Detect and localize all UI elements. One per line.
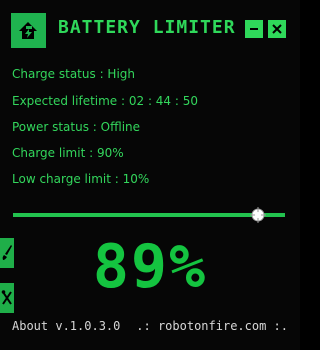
power-status-text: Power status : Offline [12, 120, 141, 134]
website-link[interactable]: .: robotonfire.com :. [136, 319, 288, 333]
about-link[interactable]: About v.1.0.3.0 [12, 319, 120, 333]
charge-limit-slider[interactable] [13, 205, 285, 225]
brush-button[interactable] [0, 238, 14, 268]
low-charge-limit-text: Low charge limit : 10% [12, 172, 150, 186]
charge-status-text: Charge status : High [12, 67, 135, 81]
tools-icon [1, 290, 12, 305]
slider-track[interactable] [13, 213, 285, 217]
battery-limiter-window: BATTERY LIMITER Charge status : High Exp… [0, 0, 300, 350]
close-button[interactable] [268, 20, 286, 38]
expected-lifetime-text: Expected lifetime : 02 : 44 : 50 [12, 94, 199, 108]
brush-icon [2, 245, 12, 260]
tools-button[interactable] [0, 283, 14, 313]
battery-logo-icon [11, 13, 46, 48]
slider-thumb[interactable] [249, 207, 266, 223]
battery-percent-display: 89% [92, 232, 208, 302]
charge-limit-text: Charge limit : 90% [12, 146, 124, 160]
close-icon [272, 24, 282, 34]
minimize-button[interactable] [245, 20, 263, 38]
minimize-icon [250, 28, 258, 30]
app-title: BATTERY LIMITER [58, 17, 236, 38]
